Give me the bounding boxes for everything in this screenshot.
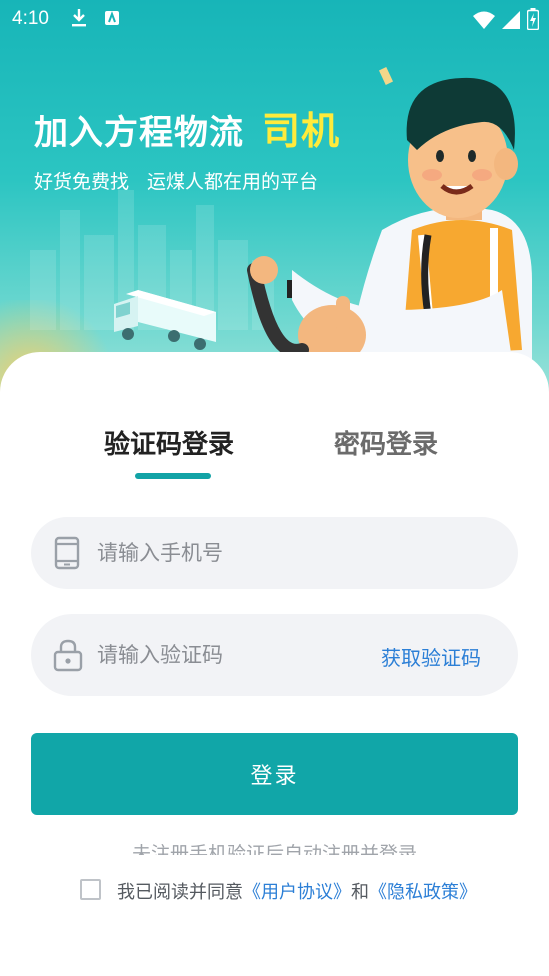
auto-register-hint: 未注册手机验证后自动注册并登录 [131,843,417,855]
active-tab-indicator [135,473,211,479]
status-time: 4:10 [12,8,49,29]
tab-password-login[interactable]: 密码登录 [334,424,438,461]
privacy-policy-link[interactable]: 《隐私政策》 [369,882,477,903]
phone-input[interactable] [97,517,497,589]
banner-subtitle-left: 好货免费找 [34,171,130,193]
user-agreement-link[interactable]: 《用户协议》 [243,882,351,903]
phone-icon [54,536,80,570]
login-button[interactable]: 登录 [31,733,518,815]
tab-sms-login[interactable]: 验证码登录 [104,424,234,461]
wifi-icon [472,11,495,29]
agreement-prefix: 我已阅读并同意 [117,882,243,903]
download-icon [72,9,86,27]
get-code-button[interactable]: 获取验证码 [381,642,481,671]
login-tabs: 验证码登录 密码登录 [0,424,549,484]
banner-title-main: 加入方程物流 [34,113,244,153]
phone-field[interactable] [31,517,518,589]
status-bar: 4:10 [0,0,549,38]
driver-illustration [247,67,532,400]
lock-icon [53,639,83,672]
status-right-icons [472,8,540,35]
signal-icon [502,11,521,29]
verification-code-input[interactable] [97,614,357,696]
code-field[interactable]: 获取验证码 [31,614,518,696]
agreement-checkbox[interactable] [80,879,101,900]
truck-illustration [114,290,216,350]
login-card: 验证码登录 密码登录 获取验证码 登录 未注册手机验证后自动注册并登录 我已阅读… [0,352,549,976]
agreement-text: 我已阅读并同意《用户协议》和《隐私政策》 [117,878,477,904]
apk-icon [105,11,119,25]
agreement-conjunction: 和 [351,882,369,903]
battery-charging-icon [526,8,540,31]
hero-banner: 加入方程物流 司机 好货免费找 运煤人都在用的平台 [0,0,549,400]
